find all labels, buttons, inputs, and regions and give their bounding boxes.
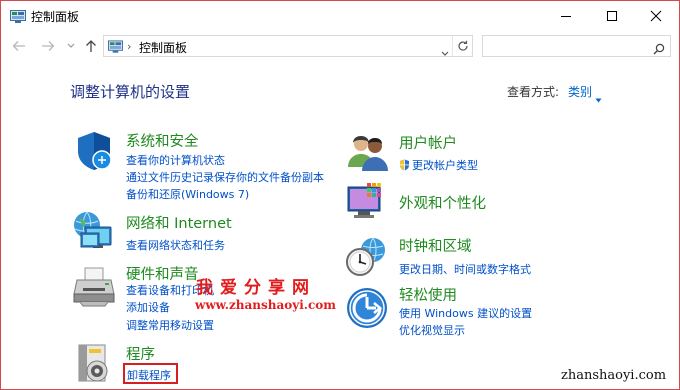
- maximize-icon: [607, 11, 617, 21]
- programs-disc-icon[interactable]: [71, 341, 115, 385]
- link-file-history-backup[interactable]: 通过文件历史记录保存你的文件备份副本: [126, 169, 324, 185]
- back-button[interactable]: [11, 38, 27, 54]
- link-mobility-settings[interactable]: 调整常用移动设置: [126, 317, 214, 333]
- page-title: 调整计算机的设置: [70, 83, 191, 101]
- category-programs[interactable]: 程序: [126, 343, 155, 364]
- breadcrumb-control-panel[interactable]: 控制面板: [139, 39, 187, 56]
- ease-of-access-icon[interactable]: [345, 286, 389, 330]
- maximize-button[interactable]: [589, 1, 635, 31]
- address-dropdown-button[interactable]: [441, 42, 449, 61]
- forward-arrow-icon: [42, 41, 55, 51]
- link-change-account-type[interactable]: 更改帐户类型: [399, 157, 478, 173]
- view-by-dropdown[interactable]: 类别: [568, 83, 592, 100]
- shield-icon[interactable]: [72, 129, 116, 173]
- breadcrumb-separator[interactable]: ›: [127, 40, 131, 53]
- chevron-down-icon[interactable]: [595, 88, 602, 107]
- chevron-down-icon: [67, 43, 75, 48]
- search-box[interactable]: [482, 35, 671, 57]
- control-panel-icon: [10, 9, 26, 23]
- category-clock-region[interactable]: 时钟和区域: [399, 235, 472, 256]
- link-view-computer-status[interactable]: 查看你的计算机状态: [126, 152, 225, 168]
- link-optimize-visual-display[interactable]: 优化视觉显示: [399, 322, 465, 338]
- category-appearance-personalization[interactable]: 外观和个性化: [399, 192, 486, 213]
- appearance-personalization-icon[interactable]: [345, 181, 389, 225]
- refresh-icon: [457, 40, 468, 51]
- control-panel-icon: [108, 39, 123, 53]
- clock-globe-icon[interactable]: [345, 236, 389, 280]
- watermark-url: www.zhanshaoyi.com: [195, 298, 336, 312]
- category-hardware-sound[interactable]: 硬件和声音: [126, 263, 199, 284]
- category-system-security[interactable]: 系统和安全: [126, 130, 199, 151]
- recent-locations-button[interactable]: [63, 38, 79, 54]
- chevron-down-icon: [441, 51, 449, 56]
- search-icon[interactable]: [653, 40, 665, 59]
- title-bar: 控制面板: [1, 1, 679, 31]
- watermark-corner: zhanshaoyi.com: [561, 368, 667, 383]
- back-arrow-icon: [12, 41, 25, 51]
- forward-button[interactable]: [40, 38, 56, 54]
- link-change-account-type-label[interactable]: 更改帐户类型: [412, 159, 478, 172]
- link-network-status[interactable]: 查看网络状态和任务: [126, 237, 225, 253]
- category-user-accounts[interactable]: 用户帐户: [399, 132, 457, 153]
- minimize-icon: [561, 16, 571, 17]
- category-network-internet[interactable]: 网络和 Internet: [126, 212, 232, 233]
- category-ease-of-access[interactable]: 轻松使用: [399, 284, 457, 305]
- close-button[interactable]: [633, 1, 679, 31]
- minimize-button[interactable]: [543, 1, 589, 31]
- control-panel-window: 控制面板 › 控制面板 调整计算机的设置 查看方式: 类别 系统和安全 查看你的…: [0, 0, 680, 390]
- network-globe-icon[interactable]: [71, 209, 115, 253]
- refresh-button[interactable]: [452, 36, 472, 56]
- close-icon: [650, 10, 662, 22]
- watermark-chinese: 我爱分享网: [196, 278, 316, 298]
- up-arrow-icon: [86, 40, 96, 52]
- navigation-bar: › 控制面板: [1, 31, 679, 61]
- address-bar[interactable]: › 控制面板: [103, 35, 473, 57]
- link-uninstall-program[interactable]: 卸载程序: [127, 367, 171, 383]
- link-backup-restore[interactable]: 备份和还原(Windows 7): [126, 186, 249, 202]
- view-by-label: 查看方式:: [507, 85, 560, 99]
- window-title: 控制面板: [31, 10, 80, 24]
- user-accounts-icon[interactable]: [345, 131, 389, 175]
- link-change-date-time-format[interactable]: 更改日期、时间或数字格式: [399, 261, 531, 277]
- up-button[interactable]: [83, 38, 99, 54]
- uac-shield-icon: [400, 159, 409, 171]
- printer-icon[interactable]: [71, 264, 115, 308]
- link-windows-suggested-settings[interactable]: 使用 Windows 建议的设置: [399, 305, 532, 321]
- link-add-device[interactable]: 添加设备: [126, 299, 170, 315]
